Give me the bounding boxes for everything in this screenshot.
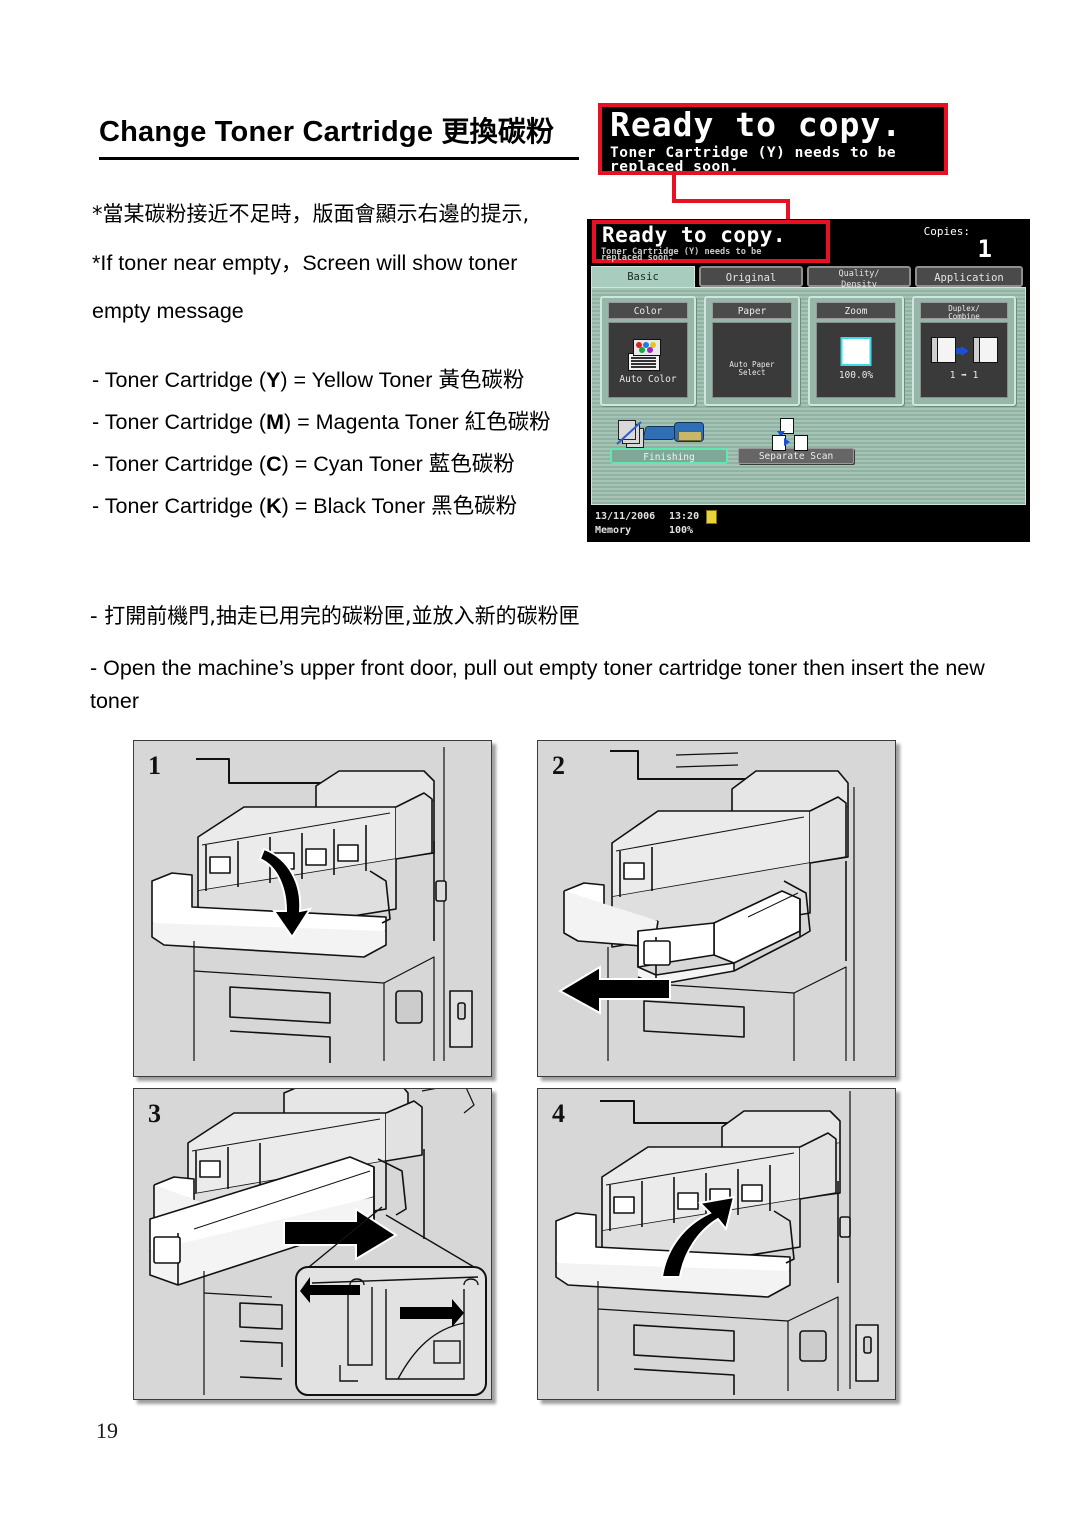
toner-row-cjk: 藍色碳粉 xyxy=(428,451,515,477)
color-button-body: Auto Color xyxy=(608,322,688,398)
figure-open-front-door: 1 xyxy=(133,740,492,1077)
paper-button-caption: Paper xyxy=(712,302,792,319)
figure-1-illustration xyxy=(151,747,473,1063)
copies-value: 1 xyxy=(977,235,992,263)
panel-tab-bar: Basic Original Setting Quality/ Density … xyxy=(591,266,1026,305)
lcd-message-callout: Ready to copy. Toner Cartridge (Y) needs… xyxy=(598,103,948,175)
instruction-en: - Open the machine’s upper front door, p… xyxy=(90,656,985,714)
separate-scan-widget[interactable]: Separate Scan xyxy=(738,418,854,464)
duplex-button-body: 1 ➡ 1 xyxy=(920,322,1008,398)
panel-header: Ready to copy. Toner Cartridge (Y) needs… xyxy=(587,219,1030,266)
finishing-stapler-punch-icon xyxy=(616,420,718,448)
memory-gauge-icon xyxy=(706,510,717,524)
panel-status-bar: 13/11/2006 13:20 Memory 100% xyxy=(587,506,1030,542)
color-document-icon xyxy=(628,339,668,371)
status-date: 13/11/2006 xyxy=(595,511,656,522)
separate-scan-icon xyxy=(770,418,820,451)
intro-block: *當某碳粉接近不足時，版面會顯示右邊的提示, *If toner near em… xyxy=(92,200,582,345)
status-time: 13:20 xyxy=(669,511,700,522)
intro-line-cjk: *當某碳粉接近不足時，版面會顯示右邊的提示, xyxy=(92,202,530,226)
intro-line-en-1: *If toner near empty，Screen will show to… xyxy=(92,250,518,275)
figure-pull-out-cartridge: 2 xyxy=(537,740,896,1077)
callout-connector-elbow xyxy=(672,199,790,203)
paper-button-value-line2: Select xyxy=(738,368,766,377)
list-item: - Toner Cartridge (K) = Black Toner 黑色碳粉 xyxy=(92,486,592,528)
color-button-caption: Color xyxy=(608,302,688,319)
figure-2-illustration xyxy=(557,750,855,1061)
tab-quality-density[interactable]: Quality/ Density xyxy=(807,266,911,289)
toner-row-prefix: - Toner Cartridge ( xyxy=(92,493,267,518)
paper-button-body: Auto Paper Select xyxy=(712,322,792,398)
toner-code: K xyxy=(266,493,282,518)
toner-code: Y xyxy=(266,368,281,392)
duplex-button-caption: Duplex/ Combine xyxy=(920,302,1008,321)
zoom-square-icon xyxy=(840,337,872,366)
panel-message-line1: Ready to copy. xyxy=(602,223,787,247)
page-title-en: Change Toner Cartridge xyxy=(99,116,434,148)
panel-basic-screen: Color Auto Color Paper Auto Paper Select… xyxy=(591,287,1026,505)
function-button-zoom[interactable]: Zoom 100.0% xyxy=(808,296,904,406)
toner-color-list: - Toner Cartridge (Y) = Yellow Toner 黃色碳… xyxy=(92,360,592,528)
intro-line-en-2: empty message xyxy=(92,299,244,324)
toner-row-cjk: 黑色碳粉 xyxy=(431,493,518,519)
toner-code: C xyxy=(266,451,282,476)
status-memory-value: 100% xyxy=(669,525,694,536)
toner-row-suffix: ) = Yellow Toner xyxy=(280,368,439,392)
tab-application[interactable]: Application xyxy=(915,266,1023,287)
figure-insert-cartridge: 3 xyxy=(133,1088,492,1400)
tab-original-setting[interactable]: Original Setting xyxy=(699,266,803,305)
duplex-pages-icon xyxy=(927,337,1001,367)
callout-connector-drop xyxy=(786,199,790,221)
toner-row-suffix: ) = Magenta Toner xyxy=(283,409,465,434)
toner-row-cjk: 紅色碳粉 xyxy=(464,409,551,435)
page-number: 19 xyxy=(96,1418,118,1443)
duplex-button-value: 1 ➡ 1 xyxy=(949,370,979,381)
copies-label: Copies: xyxy=(923,225,970,238)
tab-quality-density-line1: Quality/ xyxy=(838,269,880,279)
page-title: Change Toner Cartridge 更換碳粉 xyxy=(99,110,579,160)
lcd-callout-line1: Ready to copy. xyxy=(610,105,903,144)
toner-row-prefix: - Toner Cartridge ( xyxy=(92,409,267,434)
function-button-duplex-combine[interactable]: Duplex/ Combine 1 ➡ 1 xyxy=(912,296,1016,406)
instructions-block: - 打開前機門,抽走已用完的碳粉匣,並放入新的碳粉匣 - Open the ma… xyxy=(90,600,990,719)
detail-inset xyxy=(295,1266,487,1396)
list-item: - Toner Cartridge (M) = Magenta Toner 紅色… xyxy=(92,402,592,444)
no-staple-slash xyxy=(616,421,642,445)
page-title-cjk: 更換碳粉 xyxy=(441,115,555,148)
finishing-button-label[interactable]: Finishing xyxy=(610,448,728,464)
lcd-callout-line3: replaced soon. xyxy=(610,159,740,175)
toner-row-suffix: ) = Cyan Toner xyxy=(281,451,429,476)
zoom-button-caption: Zoom xyxy=(816,302,896,319)
toner-row-prefix: - Toner Cartridge ( xyxy=(92,368,267,392)
status-memory-label: Memory xyxy=(595,525,632,536)
function-button-paper[interactable]: Paper Auto Paper Select xyxy=(704,296,800,406)
copier-control-panel-screenshot: Ready to copy. Toner Cartridge (Y) needs… xyxy=(587,219,1030,542)
function-button-color[interactable]: Color Auto Color xyxy=(600,296,696,406)
list-item: - Toner Cartridge (Y) = Yellow Toner 黃色碳… xyxy=(92,360,592,402)
duplex-caption-line2: Combine xyxy=(948,311,980,321)
toner-row-suffix: ) = Black Toner xyxy=(281,493,432,518)
zoom-button-value: 100.0% xyxy=(838,370,874,381)
finishing-widget[interactable]: Finishing xyxy=(610,420,728,464)
instruction-cjk: - 打開前機門,抽走已用完的碳粉匣,並放入新的碳粉匣 xyxy=(90,604,580,628)
hole-punch-shape xyxy=(674,422,704,442)
zoom-button-body: 100.0% xyxy=(816,322,896,398)
toner-code: M xyxy=(266,409,284,434)
color-swatch-monitor xyxy=(633,339,661,356)
list-item: - Toner Cartridge (C) = Cyan Toner 藍色碳粉 xyxy=(92,444,592,486)
figure-4-illustration xyxy=(555,1091,879,1395)
panel-message-line3: replaced soon. xyxy=(601,253,674,263)
stapler-shape xyxy=(642,426,678,440)
tab-basic[interactable]: Basic xyxy=(591,266,695,287)
figure-close-front-door: 4 xyxy=(537,1088,896,1400)
toner-row-cjk: 黃色碳粉 xyxy=(438,368,525,393)
toner-row-prefix: - Toner Cartridge ( xyxy=(92,451,267,476)
color-button-value: Auto Color xyxy=(619,374,677,385)
panel-status-message-box: Ready to copy. Toner Cartridge (Y) needs… xyxy=(592,220,830,263)
figure-3-illustration xyxy=(149,1089,487,1396)
